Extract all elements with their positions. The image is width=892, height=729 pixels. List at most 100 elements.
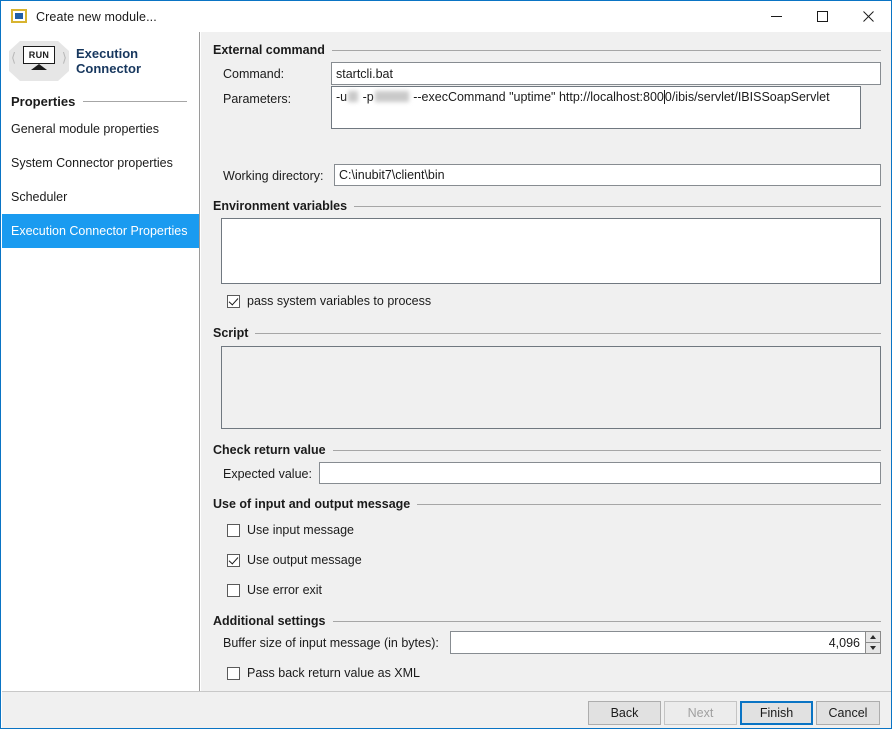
buffer-size-input[interactable]: 4,096 — [450, 631, 865, 654]
parameters-input[interactable]: -u -p --execCommand "uptime" http://loca… — [331, 86, 861, 129]
environment-variables-input[interactable] — [221, 218, 881, 284]
buffer-size-value: 4,096 — [829, 636, 860, 650]
maximize-icon — [817, 11, 828, 22]
expected-value-input[interactable] — [319, 462, 881, 484]
parameters-label: Parameters: — [223, 92, 291, 106]
working-directory-input[interactable]: C:\inubit7\client\bin — [334, 164, 881, 186]
working-directory-label: Working directory: — [223, 169, 324, 183]
use-input-message-checkbox[interactable]: Use input message — [227, 523, 354, 537]
finish-button[interactable]: Finish — [740, 701, 813, 725]
use-output-message-label: Use output message — [247, 553, 362, 567]
group-title-rule — [333, 621, 882, 622]
use-output-message-checkbox[interactable]: Use output message — [227, 553, 362, 567]
run-badge-label: RUN — [23, 46, 55, 64]
parameters-command-part-b: 0/ibis/servlet/IBISSoapServlet — [665, 90, 830, 104]
group-title-rule — [354, 206, 881, 207]
spinner-up-icon — [870, 635, 876, 639]
working-directory-value: C:\inubit7\client\bin — [339, 168, 445, 182]
window-controls — [753, 1, 891, 32]
group-title-label: External command — [213, 43, 325, 57]
checkbox-box-icon — [227, 524, 240, 537]
maximize-button[interactable] — [799, 1, 845, 32]
sidebar-item-scheduler[interactable]: Scheduler — [2, 180, 199, 214]
checkbox-box-icon — [227, 584, 240, 597]
buffer-size-spinner-buttons — [865, 631, 881, 654]
spinner-down-icon — [870, 646, 876, 650]
chevron-left-icon: ⟨ — [11, 52, 16, 65]
checkbox-check-icon — [227, 554, 240, 567]
command-input[interactable]: startcli.bat — [331, 62, 881, 85]
group-check-return-value: Check return value — [213, 443, 881, 457]
chevron-right-icon: ⟩ — [62, 52, 67, 65]
group-title-label: Additional settings — [213, 614, 326, 628]
cancel-button-label: Cancel — [829, 706, 868, 720]
properties-header-rule — [83, 101, 187, 102]
command-input-value: startcli.bat — [336, 67, 393, 81]
next-button: Next — [664, 701, 737, 725]
minimize-button[interactable] — [753, 1, 799, 32]
buffer-size-increment-button[interactable] — [865, 631, 881, 642]
redacted-password — [375, 91, 409, 102]
group-script: Script — [213, 326, 881, 340]
buffer-size-decrement-button[interactable] — [865, 642, 881, 654]
dialog-footer: Back Next Finish Cancel — [2, 691, 891, 729]
buffer-size-stepper[interactable]: 4,096 — [450, 631, 881, 654]
sidebar-item-label: General module properties — [11, 122, 159, 136]
pass-back-return-value-label: Pass back return value as XML — [247, 666, 420, 680]
back-button[interactable]: Back — [588, 701, 661, 725]
create-new-module-dialog: Create new module... — [0, 0, 892, 729]
sidebar-item-general-module-properties[interactable]: General module properties — [2, 112, 199, 146]
cancel-button[interactable]: Cancel — [816, 701, 880, 725]
pass-system-variables-checkbox[interactable]: pass system variables to process — [227, 294, 431, 308]
sidebar-item-label: Scheduler — [11, 190, 67, 204]
group-title-rule — [417, 504, 881, 505]
group-title-label: Use of input and output message — [213, 497, 410, 511]
group-title-label: Environment variables — [213, 199, 347, 213]
close-icon — [863, 11, 874, 22]
expected-value-label: Expected value: — [223, 467, 312, 481]
parameters-command-part-a: --execCommand "uptime" http://localhost:… — [413, 90, 664, 104]
group-environment-variables: Environment variables — [213, 199, 881, 213]
module-name: Execution Connector — [76, 46, 141, 76]
sidebar-item-execution-connector-properties[interactable]: Execution Connector Properties — [2, 214, 199, 248]
redacted-username — [348, 91, 358, 102]
properties-header-label: Properties — [11, 94, 75, 109]
back-button-label: Back — [611, 706, 639, 720]
use-error-exit-checkbox[interactable]: Use error exit — [227, 583, 322, 597]
title-bar: Create new module... — [1, 1, 891, 32]
group-external-command: External command — [213, 43, 881, 57]
group-title-rule — [333, 450, 881, 451]
script-input[interactable] — [221, 346, 881, 429]
group-title-label: Check return value — [213, 443, 326, 457]
run-connector-icon: ⟨ ⟩ RUN — [8, 39, 70, 83]
next-button-label: Next — [688, 706, 714, 720]
finish-button-label: Finish — [760, 706, 793, 720]
sidebar-item-label: System Connector properties — [11, 156, 173, 170]
use-input-message-label: Use input message — [247, 523, 354, 537]
parameters-password-flag: -p — [363, 90, 374, 104]
properties-header: Properties — [2, 90, 199, 112]
group-title-label: Script — [213, 326, 248, 340]
buffer-size-label: Buffer size of input message (in bytes): — [223, 636, 439, 650]
use-error-exit-label: Use error exit — [247, 583, 322, 597]
pass-system-variables-label: pass system variables to process — [247, 294, 431, 308]
execution-connector-properties-panel: External command Command: startcli.bat P… — [201, 32, 891, 691]
group-additional-settings: Additional settings — [213, 614, 881, 628]
group-title-rule — [332, 50, 881, 51]
sidebar-item-label: Execution Connector Properties — [11, 224, 187, 238]
parameters-user-flag: -u — [336, 90, 347, 104]
module-icon — [11, 9, 27, 25]
dialog-content: ⟨ ⟩ RUN Execution Connector Properties G… — [2, 32, 891, 691]
text-caret — [664, 90, 665, 104]
sidebar-item-system-connector-properties[interactable]: System Connector properties — [2, 146, 199, 180]
checkbox-box-icon — [227, 667, 240, 680]
module-header: ⟨ ⟩ RUN Execution Connector — [2, 32, 199, 84]
window-title: Create new module... — [36, 10, 157, 24]
group-use-of-messages: Use of input and output message — [213, 497, 881, 511]
close-button[interactable] — [845, 1, 891, 32]
properties-sidebar: ⟨ ⟩ RUN Execution Connector Properties G… — [2, 32, 200, 691]
checkbox-check-icon — [227, 295, 240, 308]
group-title-rule — [255, 333, 881, 334]
pass-back-return-value-checkbox[interactable]: Pass back return value as XML — [227, 666, 420, 680]
minimize-icon — [771, 11, 782, 22]
